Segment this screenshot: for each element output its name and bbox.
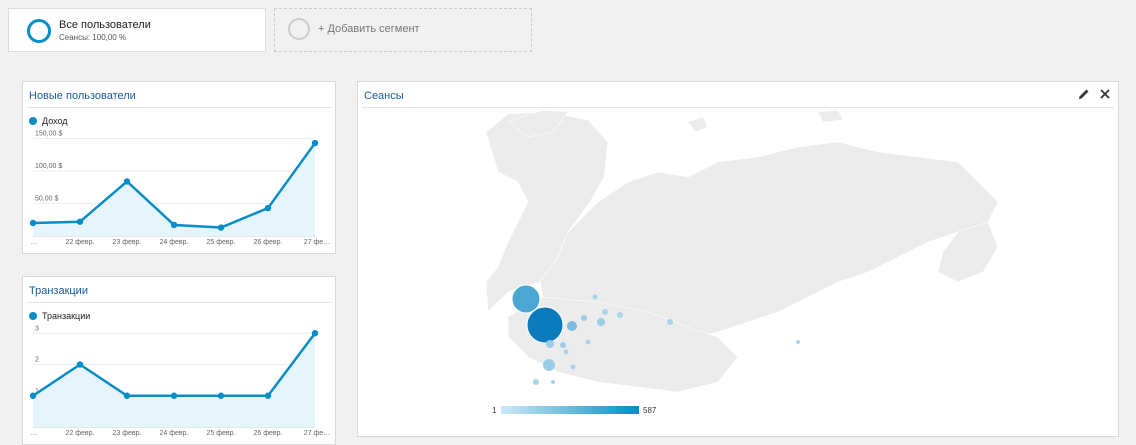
add-segment-button[interactable]: + Добавить сегмент [274, 8, 532, 52]
transactions-chart: 123… 22 февр. 23 февр. 24 февр. 25 февр. 26 ф… [29, 325, 330, 437]
map-bubble[interactable] [570, 364, 576, 370]
map-bubble[interactable] [592, 294, 598, 300]
x-tick-label: 25 февр. [207, 239, 236, 246]
transactions-card: Транзакции Транзакции 1 2 3… 22 февр. 23 фев… [22, 276, 336, 445]
x-tick-label: 25 февр. [207, 430, 236, 437]
x-tick-label: 24 февр. [160, 239, 189, 246]
data-point [311, 139, 319, 147]
map-land [485, 109, 999, 393]
x-tick-label: 27 фе… [304, 430, 330, 437]
x-tick-label: … [31, 430, 38, 437]
y-tick-label: 50,00 $ [35, 196, 58, 203]
x-tick-label: 23 февр. [113, 430, 142, 437]
y-tick-label: 2 [35, 357, 39, 364]
map-scale-bar [501, 406, 639, 414]
series-area [33, 333, 315, 427]
new-users-chart: 50,00 $ 100,00 $ 150,00 $ … 22 февр. 23 февр.… [29, 131, 330, 246]
x-tick-label: 26 февр. [254, 430, 283, 437]
data-point [311, 330, 319, 337]
map-bubble[interactable] [551, 380, 555, 384]
map-bubble[interactable] [667, 319, 673, 325]
map-bubble[interactable] [546, 340, 554, 348]
map-bubble[interactable] [567, 321, 577, 331]
map-bubble[interactable] [581, 315, 587, 321]
x-tick-label: 22 февр. [66, 239, 95, 246]
map-bubble[interactable] [560, 342, 566, 348]
segment-title: Все пользователи [59, 19, 151, 31]
map-bubble[interactable] [563, 349, 569, 355]
map-bubble[interactable] [585, 339, 591, 345]
map-scale-min: 1 [492, 406, 497, 415]
sessions-map-card: Сеансы 1 587 [357, 81, 1119, 437]
x-tick-label: 24 февр. [160, 430, 189, 437]
segment-all-users[interactable]: Все пользователи Сеансы: 100,00 % [8, 8, 266, 52]
add-segment-label: + Добавить сегмент [318, 23, 420, 35]
data-point [170, 392, 178, 399]
y-tick-label: 3 [35, 325, 39, 332]
data-point [264, 204, 272, 212]
map-bubble[interactable] [543, 359, 555, 371]
x-tick-label: 22 февр. [66, 430, 95, 437]
x-tick-label: 27 фе… [304, 239, 330, 246]
x-tick-label: … [31, 239, 38, 246]
data-point [123, 178, 131, 185]
map-bubble[interactable] [526, 306, 564, 344]
data-point [217, 392, 225, 399]
data-point [76, 218, 84, 225]
data-point [264, 392, 272, 399]
data-point [123, 392, 131, 399]
map-bubble[interactable] [533, 379, 539, 385]
map-bubble[interactable] [617, 312, 623, 318]
map-scale-max: 587 [643, 406, 657, 415]
segment-subtitle: Сеансы: 100,00 % [59, 33, 127, 42]
data-point [170, 221, 178, 229]
map-bubble[interactable] [796, 340, 800, 344]
sessions-geo-map[interactable] [358, 82, 1120, 438]
map-bubble[interactable] [511, 284, 541, 314]
add-segment-ring-icon [288, 18, 310, 40]
data-point [76, 361, 84, 368]
y-tick-label: 150,00 $ [35, 131, 62, 138]
segment-ring-icon [27, 19, 51, 43]
data-point [29, 392, 37, 399]
data-point [217, 224, 225, 231]
map-bubble[interactable] [597, 318, 605, 326]
x-tick-label: 26 февр. [254, 239, 283, 246]
y-tick-label: 100,00 $ [35, 163, 62, 170]
map-bubble[interactable] [602, 309, 608, 315]
data-point [29, 219, 37, 227]
new-users-card: Новые пользователи Доход 50,00 $100,00 $… [22, 81, 336, 254]
x-tick-label: 23 февр. [113, 239, 142, 246]
